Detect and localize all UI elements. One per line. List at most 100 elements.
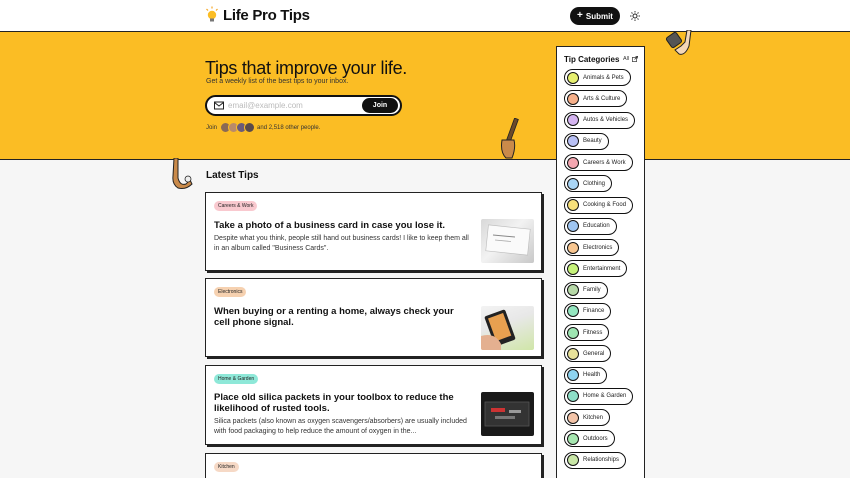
category-icon	[567, 135, 579, 148]
logo[interactable]: Life Pro Tips	[205, 6, 310, 24]
category-badge[interactable]: Home & Garden	[214, 374, 259, 384]
join-suffix: and 2,518 other people.	[257, 124, 321, 131]
tip-thumbnail[interactable]	[481, 306, 534, 350]
join-prefix: Join	[206, 124, 218, 131]
category-chip[interactable]: Outdoors	[564, 430, 615, 448]
category-chip[interactable]: Autos & Vehicles	[564, 111, 636, 129]
category-chip[interactable]: General	[564, 345, 612, 363]
category-icon	[567, 177, 579, 190]
category-label: General	[583, 350, 605, 357]
category-chip[interactable]: Relationships	[564, 451, 627, 469]
category-chip[interactable]: Clothing	[564, 175, 613, 193]
hand-illustration	[665, 30, 692, 55]
category-icon	[567, 71, 579, 84]
categories-heading: Tip Categories	[564, 55, 620, 64]
category-label: Animals & Pets	[583, 74, 624, 81]
all-categories-link[interactable]: All	[623, 56, 639, 62]
hero-title: Tips that improve your life.	[205, 58, 408, 78]
avatar-group	[220, 122, 256, 133]
hand-illustration	[172, 158, 193, 189]
category-icon	[567, 369, 579, 381]
subscriber-count: Join and 2,518 other people.	[206, 122, 320, 133]
category-chip[interactable]: Health	[564, 366, 608, 384]
tip-description: Despite what you think, people still han…	[214, 235, 469, 252]
category-label: Kitchen	[583, 414, 604, 421]
category-chip[interactable]: Family	[564, 281, 608, 299]
sun-icon[interactable]	[630, 11, 640, 21]
category-badge[interactable]: Careers & Work	[214, 201, 258, 211]
category-chip[interactable]: Arts & Culture	[564, 90, 628, 108]
category-label: Outdoors	[583, 435, 608, 442]
category-chip[interactable]: Entertainment	[564, 260, 628, 278]
category-label: Electronics	[583, 244, 613, 251]
avatar	[244, 122, 256, 133]
category-icon	[567, 220, 579, 233]
category-chip[interactable]: Cooking & Food	[564, 196, 634, 214]
category-label: Relationships	[583, 457, 620, 463]
mail-icon	[214, 101, 224, 110]
category-chip[interactable]: Kitchen	[564, 409, 611, 426]
category-icon	[567, 326, 579, 339]
category-icon	[567, 241, 579, 254]
all-label: All	[623, 56, 630, 62]
latest-tips-heading: Latest Tips	[206, 170, 259, 181]
tip-title[interactable]: Take a photo of a business card in case …	[214, 220, 469, 231]
category-badge[interactable]: Electronics	[214, 287, 247, 297]
app-name: Life Pro Tips	[223, 6, 310, 24]
top-header: Life Pro Tips + Submit	[0, 0, 850, 32]
category-icon	[567, 390, 579, 403]
join-button[interactable]: Join	[362, 98, 398, 113]
plus-icon: +	[577, 10, 583, 21]
category-chip[interactable]: Finance	[564, 302, 612, 320]
category-label: Arts & Culture	[583, 95, 621, 102]
category-chip[interactable]: Home & Garden	[564, 387, 634, 405]
lightbulb-icon	[206, 6, 218, 22]
category-label: Cooking & Food	[583, 202, 627, 208]
business-card-image	[485, 224, 531, 256]
category-badge[interactable]: Kitchen	[214, 462, 239, 472]
category-icon	[567, 262, 579, 275]
submit-label: Submit	[585, 11, 613, 21]
category-label: Fitness	[583, 329, 603, 336]
category-label: Education	[583, 223, 610, 230]
category-icon	[567, 411, 579, 424]
category-icon	[567, 432, 579, 445]
category-label: Home & Garden	[583, 393, 627, 400]
tip-categories-panel: Tip Categories All Animals & Pets Arts & …	[556, 46, 645, 478]
category-label: Careers & Work	[583, 159, 626, 166]
submit-button[interactable]: + Submit	[570, 7, 620, 25]
category-icon	[567, 114, 579, 126]
category-icon	[567, 156, 579, 169]
category-chip[interactable]: Fitness	[564, 324, 610, 341]
category-label: Finance	[583, 308, 605, 315]
email-field[interactable]	[228, 100, 358, 111]
tip-thumbnail[interactable]	[481, 392, 534, 436]
tip-card[interactable]: Kitchen	[205, 453, 542, 478]
category-chip[interactable]: Electronics	[564, 239, 620, 256]
category-icon	[567, 199, 579, 211]
category-label: Health	[583, 372, 601, 378]
toolbox-image	[484, 401, 530, 427]
external-link-icon	[632, 56, 639, 62]
category-icon	[567, 347, 579, 360]
newsletter-form: Join	[205, 95, 402, 116]
category-label: Clothing	[583, 180, 606, 187]
hand-illustration	[501, 118, 519, 159]
tip-card[interactable]: Careers & Work Take a photo of a busines…	[205, 192, 542, 271]
category-label: Entertainment	[583, 265, 621, 272]
category-label: Family	[583, 287, 601, 293]
tip-card[interactable]: Home & Garden Place old silica packets i…	[205, 365, 542, 445]
tip-card[interactable]: Electronics When buying or a renting a h…	[205, 278, 542, 357]
category-icon	[567, 454, 579, 466]
tip-title[interactable]: Place old silica packets in your toolbox…	[214, 392, 469, 414]
category-chip[interactable]: Beauty	[564, 132, 609, 150]
tip-description: Silica packets (also known as oxygen sca…	[214, 418, 467, 435]
tip-title[interactable]: When buying or a renting a home, always …	[214, 306, 469, 328]
tip-thumbnail[interactable]	[481, 219, 534, 263]
category-icon	[567, 92, 579, 105]
category-chip[interactable]: Education	[564, 217, 617, 235]
phone-image	[481, 309, 516, 350]
hero-subtitle: Get a weekly list of the best tips to yo…	[206, 78, 349, 85]
category-chip[interactable]: Animals & Pets	[564, 69, 631, 86]
category-chip[interactable]: Careers & Work	[564, 154, 633, 171]
